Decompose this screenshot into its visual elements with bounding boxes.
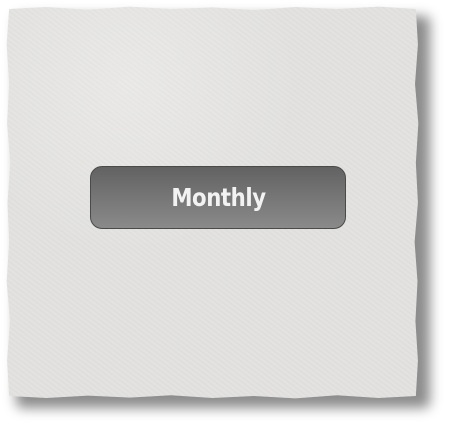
monthly-button[interactable]: Monthly [90,166,346,229]
app-window: Monthly [0,0,450,430]
monthly-button-label: Monthly [170,183,266,212]
